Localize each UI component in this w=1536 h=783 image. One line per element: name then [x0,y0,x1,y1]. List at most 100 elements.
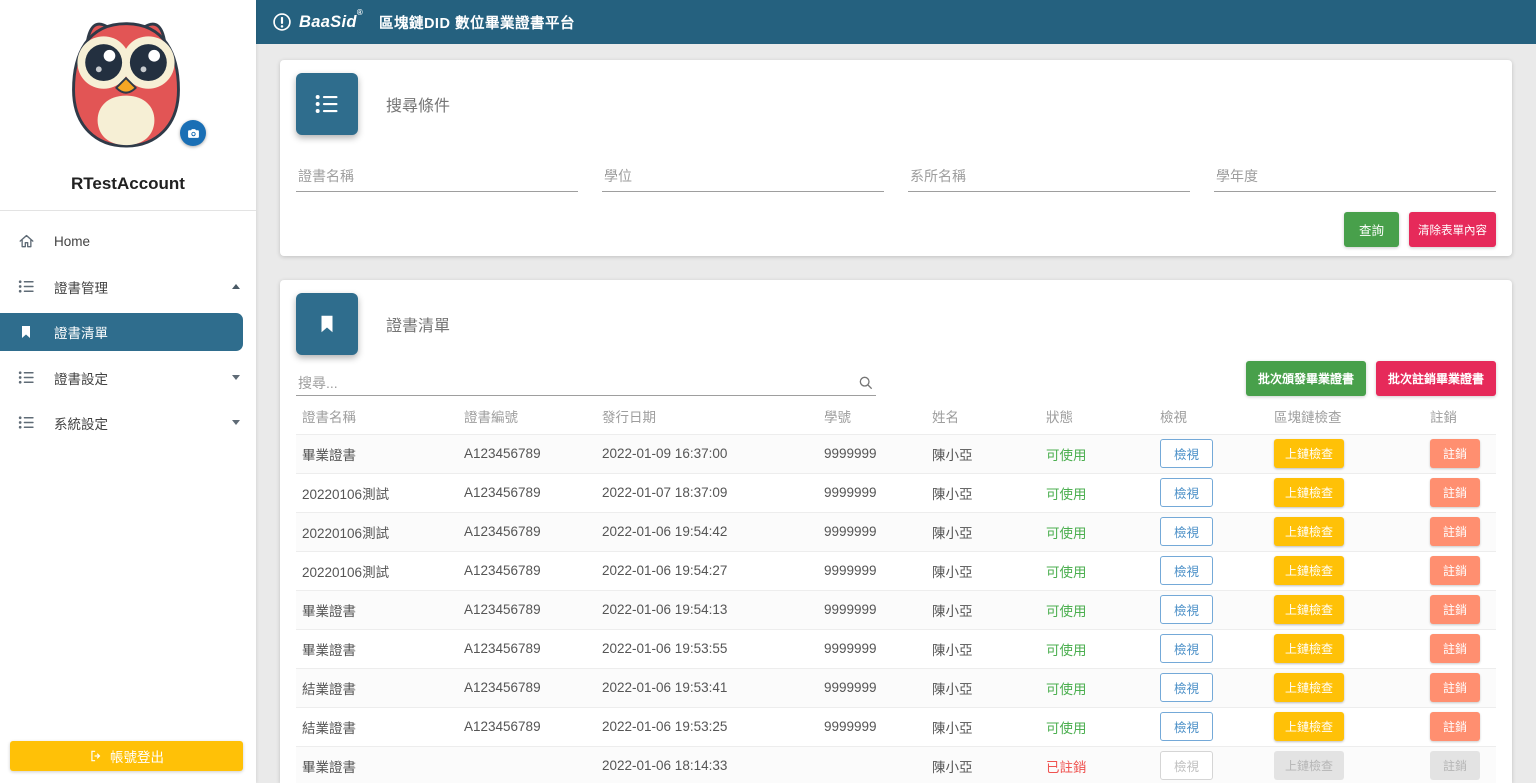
sidebar-item-label: 證書設定 [54,368,108,388]
list-icon [16,277,36,297]
change-avatar-button[interactable] [180,120,206,146]
revoke-button-cell: 註銷 [1424,590,1496,629]
certificate-list-panel: 證書清單 批次頒發畢業證書 批次註銷畢業證書 [280,280,1512,783]
brand: BaaSid® [272,12,363,32]
cell-student-name: 陳小亞 [926,746,1040,783]
cell-certificate-name: 畢業證書 [296,746,458,783]
sidebar-divider [0,210,256,211]
cell-student-name: 陳小亞 [926,512,1040,551]
cell-certificate-number: A123456789 [458,434,596,473]
chevron-down-icon [232,420,240,425]
chain-check-button[interactable]: 上鏈檢查 [1274,517,1344,546]
sidebar-item-certificate-settings[interactable]: 證書設定 [0,355,256,400]
list-icon [16,368,36,388]
column-header: 註銷 [1424,398,1496,434]
column-header: 學號 [818,398,926,434]
view-button[interactable]: 檢視 [1160,439,1213,468]
search-panel-title: 搜尋條件 [386,92,450,116]
cell-certificate-name: 20220106測試 [296,551,458,590]
list-panel-title: 證書清單 [386,312,450,336]
batch-revoke-button[interactable]: 批次註銷畢業證書 [1376,361,1496,396]
chevron-down-icon [232,375,240,380]
chain-check-button[interactable]: 上鏈檢查 [1274,595,1344,624]
list-icon [313,90,341,118]
cell-student-name: 陳小亞 [926,590,1040,629]
certificate-name-field[interactable] [296,161,578,192]
owl-mascot-image [58,8,194,154]
batch-issue-button[interactable]: 批次頒發畢業證書 [1246,361,1366,396]
revoke-button[interactable]: 註銷 [1430,712,1480,741]
page-title: 區塊鏈DID 數位畢業證書平台 [379,12,575,33]
chain-check-button[interactable]: 上鏈檢查 [1274,478,1344,507]
sidebar-item-system-settings[interactable]: 系統設定 [0,400,256,445]
cell-issue-date: 2022-01-06 19:54:27 [596,551,818,590]
clear-form-button[interactable]: 清除表單內容 [1409,212,1496,247]
cell-student-name: 陳小亞 [926,668,1040,707]
chain-check-button-cell: 上鏈檢查 [1268,629,1424,668]
degree-field[interactable] [602,161,884,192]
cell-student-id: 9999999 [818,668,926,707]
sidebar-item-certificate-management[interactable]: 證書管理 [0,264,256,309]
department-field[interactable] [908,161,1190,192]
view-button-cell: 檢視 [1154,473,1268,512]
sidebar-item-certificate-list[interactable]: 證書清單 [0,313,243,351]
view-button[interactable]: 檢視 [1160,517,1213,546]
cell-status: 可使用 [1040,629,1154,668]
revoke-button-cell: 註銷 [1424,473,1496,512]
baasid-logo-icon [272,12,292,32]
sidebar-item-label: 證書管理 [54,277,108,297]
search-panel-tile [296,73,358,135]
chain-check-button[interactable]: 上鏈檢查 [1274,712,1344,741]
view-button[interactable]: 檢視 [1160,673,1213,702]
sidebar-item-label: Home [54,234,90,249]
chain-check-button-cell: 上鏈檢查 [1268,746,1424,783]
chain-check-button[interactable]: 上鏈檢查 [1274,634,1344,663]
table-search-input[interactable] [298,375,858,391]
column-header: 狀態 [1040,398,1154,434]
chain-check-button-cell: 上鏈檢查 [1268,473,1424,512]
cell-certificate-number: A123456789 [458,512,596,551]
revoke-button[interactable]: 註銷 [1430,673,1480,702]
table-row: 畢業證書2022-01-06 18:14:33陳小亞已註銷檢視上鏈檢查註銷 [296,746,1496,783]
revoke-button[interactable]: 註銷 [1430,634,1480,663]
revoke-button[interactable]: 註銷 [1430,439,1480,468]
search-icon [858,375,874,391]
logout-button[interactable]: 帳號登出 [10,741,243,771]
cell-certificate-number: A123456789 [458,590,596,629]
chain-check-button[interactable]: 上鏈檢查 [1274,556,1344,585]
query-button[interactable]: 查詢 [1344,212,1399,247]
view-button[interactable]: 檢視 [1160,595,1213,624]
view-button[interactable]: 檢視 [1160,634,1213,663]
cell-student-id: 9999999 [818,473,926,512]
revoke-button-cell: 註銷 [1424,629,1496,668]
cell-certificate-number: A123456789 [458,629,596,668]
cell-status: 可使用 [1040,707,1154,746]
academic-year-field[interactable] [1214,161,1496,192]
table-row: 20220106測試A1234567892022-01-06 19:54:429… [296,512,1496,551]
view-button[interactable]: 檢視 [1160,712,1213,741]
revoke-button-cell: 註銷 [1424,668,1496,707]
cell-issue-date: 2022-01-06 19:53:25 [596,707,818,746]
column-header: 區塊鏈檢查 [1268,398,1424,434]
sidebar-item-label: 系統設定 [54,413,108,433]
revoke-button[interactable]: 註銷 [1430,556,1480,585]
chain-check-button-cell: 上鏈檢查 [1268,512,1424,551]
revoke-button[interactable]: 註銷 [1430,478,1480,507]
cell-status: 已註銷 [1040,746,1154,783]
revoke-button[interactable]: 註銷 [1430,517,1480,546]
search-criteria-panel: 搜尋條件 查詢 清除表單內容 [280,60,1512,256]
cell-student-id: 9999999 [818,707,926,746]
cell-student-id: 9999999 [818,629,926,668]
chain-check-button-cell: 上鏈檢查 [1268,434,1424,473]
cell-status: 可使用 [1040,473,1154,512]
sidebar-item-home[interactable]: Home [0,219,256,264]
view-button[interactable]: 檢視 [1160,556,1213,585]
chain-check-button: 上鏈檢查 [1274,751,1344,780]
chain-check-button-cell: 上鏈檢查 [1268,668,1424,707]
chain-check-button[interactable]: 上鏈檢查 [1274,439,1344,468]
cell-student-id: 9999999 [818,434,926,473]
view-button-cell: 檢視 [1154,707,1268,746]
view-button[interactable]: 檢視 [1160,478,1213,507]
chain-check-button[interactable]: 上鏈檢查 [1274,673,1344,702]
revoke-button[interactable]: 註銷 [1430,595,1480,624]
